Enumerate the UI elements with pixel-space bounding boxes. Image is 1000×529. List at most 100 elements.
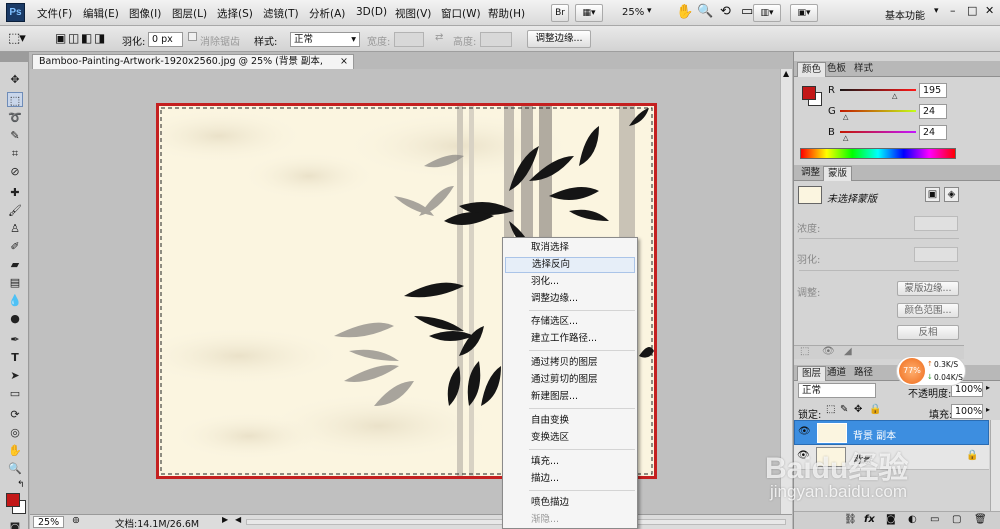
- menu-item-free-transform[interactable]: 自由变换: [505, 413, 635, 429]
- workspace-dropdown-icon[interactable]: ▾: [934, 6, 939, 16]
- height-input[interactable]: [480, 32, 512, 47]
- status-arrow-icon[interactable]: ▶: [222, 515, 228, 524]
- mask-edge-button[interactable]: 蒙版边缘...: [897, 281, 959, 296]
- screen-mode-button[interactable]: ▣▾: [790, 4, 818, 22]
- rect-marquee-tool-icon[interactable]: ⬚: [7, 92, 23, 107]
- mask-delete-icon[interactable]: ◢: [844, 346, 852, 357]
- new-selection-icon[interactable]: ▣: [55, 31, 66, 45]
- menu-item-transform-selection[interactable]: 变换选区: [505, 430, 635, 446]
- zoom-level[interactable]: 25%: [622, 7, 644, 18]
- layer-visibility-icon[interactable]: 👁: [798, 426, 811, 437]
- 3d-orbit-tool-icon[interactable]: ◎: [7, 425, 23, 440]
- path-selection-tool-icon[interactable]: ➤: [7, 368, 23, 383]
- menu-item-spatter-stroke[interactable]: 喷色描边: [505, 495, 635, 511]
- arrange-documents-button[interactable]: ▥▾: [753, 4, 781, 22]
- blend-mode-select[interactable]: 正常: [798, 383, 876, 398]
- menu-item-fill[interactable]: 填充...: [505, 454, 635, 470]
- feather-input[interactable]: 0 px: [148, 32, 183, 47]
- add-mask-icon[interactable]: ◙: [886, 514, 896, 525]
- r-slider-handle-icon[interactable]: △: [892, 92, 897, 100]
- close-tab-icon[interactable]: ×: [340, 55, 348, 69]
- marquee-preset-icon[interactable]: ⬚▾: [8, 31, 26, 46]
- swap-dimensions-icon[interactable]: ⇄: [435, 32, 443, 43]
- workspace-switcher[interactable]: 基本功能: [885, 7, 925, 22]
- color-range-button[interactable]: 颜色范围...: [897, 303, 959, 318]
- menu-item-layer-via-cut[interactable]: 通过剪切的图层: [505, 372, 635, 388]
- shape-tool-icon[interactable]: ▭: [7, 386, 23, 401]
- tab-layers[interactable]: 图层: [797, 366, 827, 381]
- tab-paths[interactable]: 路径: [850, 366, 877, 381]
- menu-layer[interactable]: 图层(L): [172, 6, 207, 21]
- r-slider[interactable]: [840, 89, 916, 91]
- new-group-icon[interactable]: ▭: [930, 514, 939, 525]
- layer-style-icon[interactable]: fx: [864, 514, 875, 525]
- scroll-up-icon[interactable]: ▲: [783, 69, 789, 78]
- layer-name[interactable]: 背景 副本: [853, 427, 896, 442]
- subtract-selection-icon[interactable]: ◧: [81, 31, 92, 45]
- add-pixel-mask-icon[interactable]: ▣: [925, 187, 940, 202]
- close-icon[interactable]: ✕: [985, 4, 994, 17]
- minimize-icon[interactable]: –: [950, 4, 956, 17]
- refine-edge-button[interactable]: 调整边缘...: [527, 30, 591, 48]
- swap-colors-icon[interactable]: ↰: [17, 480, 25, 490]
- layers-scrollbar[interactable]: [990, 420, 1000, 515]
- toolbar-grip[interactable]: [0, 52, 29, 62]
- opacity-dropdown-icon[interactable]: ▸: [986, 383, 990, 392]
- brush-tool-icon[interactable]: 🖌: [7, 203, 23, 218]
- menu-edit[interactable]: 编辑(E): [83, 6, 119, 21]
- ruler-icon[interactable]: ▭: [741, 4, 753, 19]
- menu-item-refine-edge[interactable]: 调整边缘...: [505, 291, 635, 307]
- type-tool-icon[interactable]: T: [7, 350, 23, 365]
- eraser-tool-icon[interactable]: ▰: [7, 257, 23, 272]
- clone-stamp-tool-icon[interactable]: ♙: [7, 221, 23, 236]
- quick-selection-tool-icon[interactable]: ✎: [7, 128, 23, 143]
- color-ramp[interactable]: [800, 148, 956, 159]
- menu-select[interactable]: 选择(S): [217, 6, 253, 21]
- hand-tool-icon[interactable]: ✋: [7, 443, 23, 458]
- invert-button[interactable]: 反相: [897, 325, 959, 340]
- menu-view[interactable]: 视图(V): [395, 6, 431, 21]
- r-input[interactable]: 195: [919, 83, 947, 98]
- menu-item-deselect[interactable]: 取消选择: [505, 240, 635, 256]
- menu-help[interactable]: 帮助(H): [488, 6, 525, 21]
- menu-item-feather[interactable]: 羽化...: [505, 274, 635, 290]
- tab-adjustments[interactable]: 调整: [797, 166, 824, 181]
- adjustment-layer-icon[interactable]: ◐: [908, 514, 917, 525]
- dodge-tool-icon[interactable]: ●: [7, 311, 23, 326]
- lock-transparency-icon[interactable]: ⬚: [826, 404, 835, 415]
- g-input[interactable]: 24: [919, 104, 947, 119]
- add-selection-icon[interactable]: ◫: [68, 31, 79, 45]
- menu-image[interactable]: 图像(I): [129, 6, 161, 21]
- status-zoom[interactable]: 25%: [33, 516, 65, 528]
- status-options-icon[interactable]: ⊚: [72, 515, 80, 526]
- crop-tool-icon[interactable]: ⌗: [7, 146, 23, 161]
- tab-channels[interactable]: 通道: [823, 366, 850, 381]
- scroll-left-icon[interactable]: ◀: [235, 515, 241, 524]
- visibility-icon[interactable]: 👁: [822, 346, 835, 357]
- menu-item-make-work-path[interactable]: 建立工作路径...: [505, 331, 635, 347]
- rotate-view-icon[interactable]: ⟲: [720, 4, 731, 19]
- fill-input[interactable]: 100%: [951, 404, 983, 419]
- menu-item-stroke[interactable]: 描边...: [505, 471, 635, 487]
- g-slider-handle-icon[interactable]: △: [843, 113, 848, 121]
- lasso-tool-icon[interactable]: ➰: [7, 110, 23, 125]
- g-slider[interactable]: [840, 110, 916, 112]
- hand-icon[interactable]: ✋: [676, 4, 693, 20]
- restore-icon[interactable]: □: [967, 4, 977, 17]
- view-extras-button[interactable]: ▦▾: [575, 4, 603, 22]
- gradient-tool-icon[interactable]: ▤: [7, 275, 23, 290]
- lock-position-icon[interactable]: ✥: [854, 404, 862, 415]
- lock-pixels-icon[interactable]: ✎: [840, 404, 848, 415]
- zoom-tool-icon[interactable]: 🔍: [7, 461, 23, 476]
- fill-dropdown-icon[interactable]: ▸: [986, 405, 990, 414]
- layer-row-selected[interactable]: 👁 背景 副本: [794, 420, 989, 445]
- mask-feather-slider[interactable]: [799, 270, 959, 271]
- menu-3d[interactable]: 3D(D): [356, 6, 387, 18]
- menu-window[interactable]: 窗口(W): [441, 6, 481, 21]
- color-fg-swatch[interactable]: [802, 86, 816, 100]
- menu-item-new-layer[interactable]: 新建图层...: [505, 389, 635, 405]
- menu-item-save-selection[interactable]: 存储选区...: [505, 314, 635, 330]
- tab-swatches[interactable]: 色板: [823, 62, 850, 77]
- density-slider[interactable]: [799, 238, 959, 239]
- menu-file[interactable]: 文件(F): [37, 6, 72, 21]
